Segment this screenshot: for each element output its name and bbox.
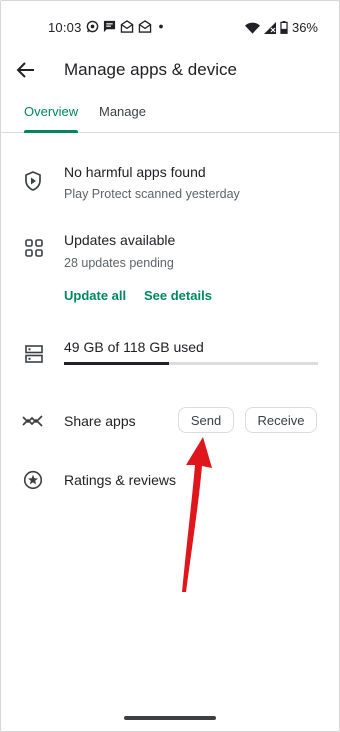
updates-title[interactable]: Updates available [64, 232, 175, 248]
apps-grid-icon [25, 239, 43, 257]
battery-percentage: 36% [291, 20, 318, 35]
whatsapp-icon [86, 20, 99, 33]
status-time: 10:03 [48, 20, 82, 35]
battery-icon [280, 21, 288, 34]
dot-icon [159, 24, 163, 29]
storage-icon [25, 345, 43, 363]
tab-indicator [24, 130, 78, 133]
shield-icon [25, 171, 41, 191]
protect-title[interactable]: No harmful apps found [64, 164, 206, 180]
tab-manage[interactable]: Manage [99, 104, 146, 119]
wifi-icon [244, 22, 260, 34]
receive-button[interactable]: Receive [245, 407, 317, 433]
star-circle-icon [23, 470, 43, 490]
share-apps-icon [22, 415, 43, 427]
storage-progress-fill [64, 362, 170, 365]
home-gesture-bar[interactable] [124, 716, 216, 720]
send-button[interactable]: Send [178, 407, 234, 433]
update-all-button[interactable]: Update all [64, 288, 126, 303]
mail-icon [120, 20, 134, 33]
storage-progress-bar [64, 362, 318, 365]
updates-subtitle: 28 updates pending [64, 256, 174, 270]
ratings-reviews-label[interactable]: Ratings & reviews [64, 472, 176, 488]
mail-icon [138, 20, 152, 33]
see-details-button[interactable]: See details [144, 288, 212, 303]
notification-icons [86, 20, 166, 33]
tab-bar: Overview Manage [0, 96, 340, 133]
tab-overview[interactable]: Overview [24, 104, 78, 119]
cellular-icon [263, 21, 276, 34]
page-title: Manage apps & device [64, 60, 237, 79]
storage-label[interactable]: 49 GB of 118 GB used [64, 339, 204, 355]
app-bar: Manage apps & device [0, 52, 340, 88]
protect-subtitle: Play Protect scanned yesterday [64, 187, 240, 201]
status-bar: 10:03 36% [48, 18, 318, 38]
message-icon [103, 20, 116, 33]
back-arrow-icon[interactable] [14, 58, 38, 82]
status-right: 36% [244, 20, 318, 35]
share-apps-label: Share apps [64, 413, 136, 429]
